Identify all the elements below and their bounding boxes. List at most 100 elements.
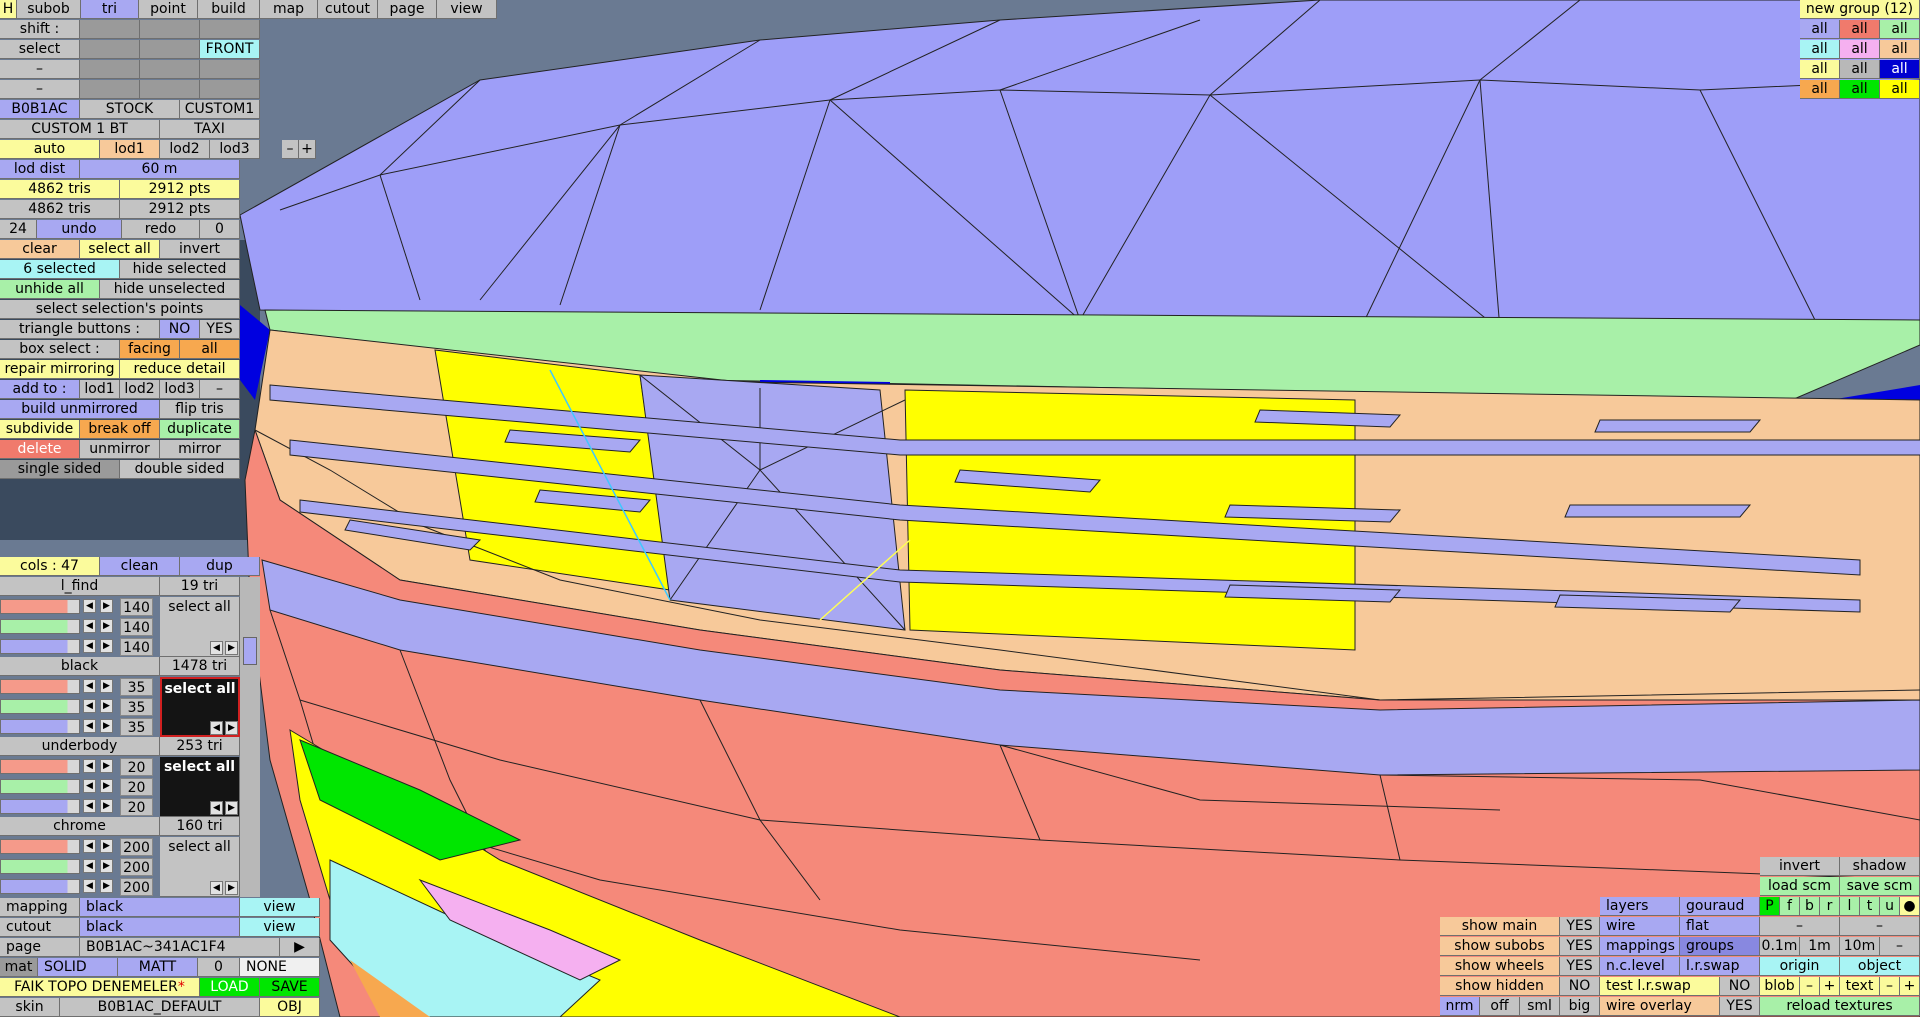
obj-button[interactable]: OBJ [260,998,320,1017]
decrement-arrow-icon[interactable]: ◀ [83,799,96,813]
menu-build[interactable]: build [198,0,260,19]
add-minus[interactable]: – [200,380,240,399]
size-sml[interactable]: sml [1520,997,1560,1016]
menu-h[interactable]: H [0,0,17,19]
increment-arrow-icon[interactable]: ▶ [100,879,113,893]
size-big[interactable]: big [1560,997,1600,1016]
color-slider[interactable] [0,879,80,894]
unmirror-button[interactable]: unmirror [80,440,160,459]
menu-view[interactable]: view [437,0,497,19]
nc-level-button[interactable]: n.c.level [1600,957,1680,976]
increment-arrow-icon[interactable]: ▶ [100,719,113,733]
gouraud-button[interactable]: gouraud [1680,897,1760,916]
material-name[interactable]: black [0,657,160,676]
view-dot[interactable]: ● [1900,897,1920,916]
repair-mirroring-button[interactable]: repair mirroring [0,360,120,379]
material-name[interactable]: chrome [0,817,160,836]
delete-button[interactable]: delete [0,440,80,459]
decrement-arrow-icon[interactable]: ◀ [83,839,96,853]
view-b[interactable]: b [1800,897,1820,916]
color-slider[interactable] [0,719,80,734]
select-slot-2[interactable] [140,40,200,59]
reduce-detail-button[interactable]: reduce detail [120,360,240,379]
decrement-arrow-icon[interactable]: ◀ [83,599,96,613]
add-lod3[interactable]: lod3 [160,380,200,399]
text-plus[interactable]: + [1900,977,1920,996]
mirror-button[interactable]: mirror [160,440,240,459]
increment-arrow-icon[interactable]: ▶ [100,639,113,653]
lod-dist-value[interactable]: 60 m [80,160,240,179]
select-all-button[interactable]: select all [80,240,160,259]
color-value[interactable]: 35 [120,698,153,716]
blob-plus[interactable]: + [1820,977,1840,996]
menu-tri[interactable]: tri [81,0,139,19]
color-slider[interactable] [0,619,80,634]
group-all-1[interactable]: all [1800,20,1840,39]
origin-button[interactable]: origin [1760,957,1840,976]
show-wheels-toggle[interactable]: YES [1560,957,1600,976]
load-scm-button[interactable]: load scm [1760,877,1840,896]
single-sided-button[interactable]: single sided [0,460,120,479]
wire-button[interactable]: wire [1600,917,1680,936]
menu-page[interactable]: page [378,0,437,19]
slot-7[interactable] [80,80,140,99]
decrement-arrow-icon[interactable]: ◀ [83,639,96,653]
menu-subob[interactable]: subob [17,0,81,19]
color-value[interactable]: 20 [120,758,153,776]
clean-button[interactable]: clean [100,557,180,576]
show-main-toggle[interactable]: YES [1560,917,1600,936]
mat-matt[interactable]: MATT [118,958,198,977]
increment-arrow-icon[interactable]: ▶ [100,839,113,853]
color-slider[interactable] [0,639,80,654]
color-slider[interactable] [0,779,80,794]
material-name[interactable]: l_find [0,577,160,596]
lod3-button[interactable]: lod3 [210,140,260,159]
shift-slot-1[interactable] [80,20,140,39]
box-select-facing[interactable]: facing [120,340,180,359]
test-lr-swap-toggle[interactable]: NO [1720,977,1760,996]
cutout-view-button[interactable]: view [240,918,320,937]
dup-button[interactable]: dup [180,557,260,576]
new-group-title[interactable]: new group (12) [1800,0,1920,19]
save-button[interactable]: SAVE [260,978,320,997]
group-all-10[interactable]: all [1800,80,1840,99]
decrement-arrow-icon[interactable]: ◀ [83,879,96,893]
config-b0b1ac[interactable]: B0B1AC [0,100,80,119]
next-arrow-icon[interactable]: ▶ [225,881,238,895]
flat-button[interactable]: flat [1680,917,1760,936]
double-sided-button[interactable]: double sided [120,460,240,479]
show-subobs-toggle[interactable]: YES [1560,937,1600,956]
group-all-4[interactable]: all [1800,40,1840,59]
decrement-arrow-icon[interactable]: ◀ [83,619,96,633]
group-all-3[interactable]: all [1880,20,1920,39]
materials-scrollbar[interactable] [240,577,260,897]
increment-arrow-icon[interactable]: ▶ [100,759,113,773]
layers-button[interactable]: layers [1600,897,1680,916]
prev-arrow-icon[interactable]: ◀ [210,801,223,815]
cutout-value[interactable]: black [80,918,240,937]
config-stock[interactable]: STOCK [80,100,180,119]
view-r[interactable]: r [1820,897,1840,916]
next-arrow-icon[interactable]: ▶ [225,641,238,655]
slot-6[interactable] [200,60,260,79]
config-custom1[interactable]: CUSTOM1 [180,100,260,119]
color-value[interactable]: 20 [120,798,153,816]
triangle-buttons-no[interactable]: NO [160,320,200,339]
undo-button[interactable]: undo [37,220,122,239]
color-value[interactable]: 140 [120,598,153,616]
text-minus[interactable]: – [1880,977,1900,996]
reload-textures-button[interactable]: reload textures [1760,997,1920,1016]
break-off-button[interactable]: break off [80,420,160,439]
wire-overlay-toggle[interactable]: YES [1720,997,1760,1016]
prev-arrow-icon[interactable]: ◀ [210,881,223,895]
color-value[interactable]: 35 [120,678,153,696]
build-unmirrored-button[interactable]: build unmirrored [0,400,160,419]
add-lod2[interactable]: lod2 [120,380,160,399]
config-taxi[interactable]: TAXI [160,120,260,139]
shift-slot-2[interactable] [140,20,200,39]
skin-value[interactable]: B0B1AC_DEFAULT [60,998,260,1017]
color-slider[interactable] [0,699,80,714]
flip-tris-button[interactable]: flip tris [160,400,240,419]
color-slider[interactable] [0,859,80,874]
view-u[interactable]: u [1880,897,1900,916]
